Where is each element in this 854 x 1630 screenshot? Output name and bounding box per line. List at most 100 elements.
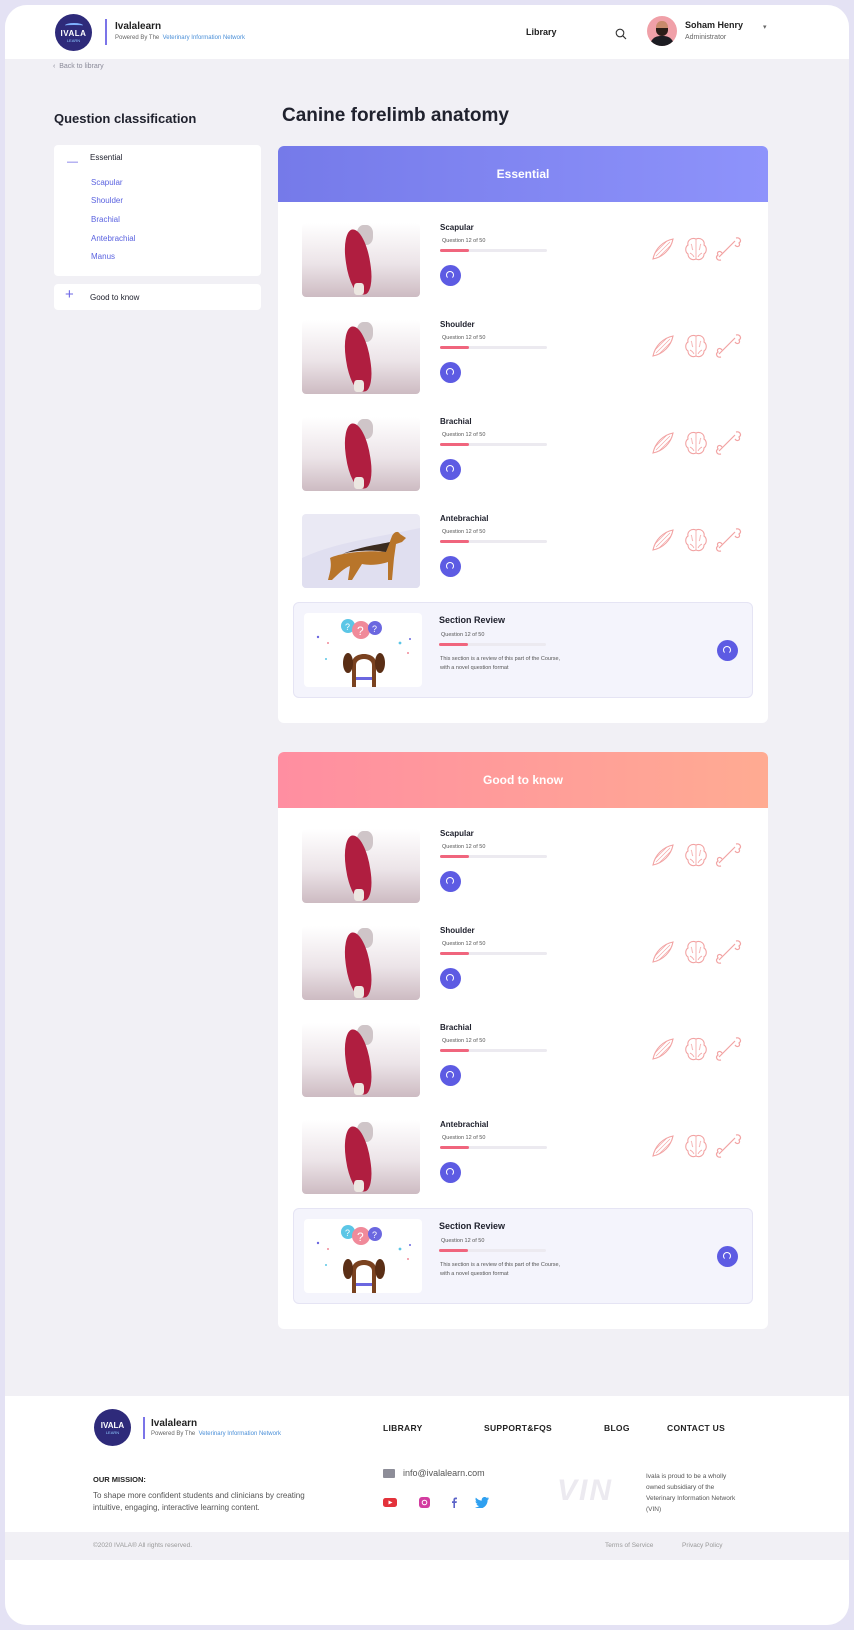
muscle-icon xyxy=(652,335,674,357)
sidebar-section-label[interactable]: Essential xyxy=(90,153,122,162)
bone-icon xyxy=(715,334,742,358)
brain-icon xyxy=(685,1134,707,1158)
course-item[interactable]: Shoulder Question 12 of 50 xyxy=(302,320,742,395)
item-title[interactable]: Antebrachial xyxy=(440,514,488,523)
vin-link[interactable]: Veterinary Information Network xyxy=(163,35,245,41)
item-title[interactable]: Shoulder xyxy=(440,320,475,329)
item-title[interactable]: Scapular xyxy=(440,223,474,232)
section-review-description: This section is a review of this part of… xyxy=(440,656,561,671)
item-progress-bar xyxy=(440,855,547,858)
top-header: IVALA LEARN Ivalalearn Powered By The Ve… xyxy=(5,5,849,59)
ivala-logo[interactable]: IVALA LEARN xyxy=(55,14,92,51)
chevron-down-icon[interactable]: ▾ xyxy=(763,23,767,31)
start-button[interactable] xyxy=(717,640,738,661)
sidebar-section-good-to-know[interactable]: + Good to know xyxy=(54,284,261,310)
privacy-link[interactable]: Privacy Policy xyxy=(682,1542,722,1549)
start-button[interactable] xyxy=(440,1162,461,1183)
section-review-thumbnail[interactable]: ? ? ? xyxy=(304,613,422,687)
page-title: Canine forelimb anatomy xyxy=(282,105,509,126)
item-title[interactable]: Brachial xyxy=(440,1023,472,1032)
item-thumbnail[interactable] xyxy=(302,1120,420,1194)
course-item[interactable]: Scapular Question 12 of 50 xyxy=(302,829,742,904)
user-name[interactable]: Soham Henry xyxy=(685,20,743,30)
brain-icon xyxy=(685,843,707,867)
start-button[interactable] xyxy=(440,556,461,577)
item-title[interactable]: Shoulder xyxy=(440,926,475,935)
sidebar-item-scapular[interactable]: Scapular xyxy=(91,178,123,187)
section-review[interactable]: ? ? ? Section Review Question 12 of 50 T… xyxy=(293,602,753,698)
copyright: ©2020 IVALA® All rights reserved. xyxy=(93,1542,193,1549)
search-icon[interactable] xyxy=(615,28,627,40)
sidebar-section-label[interactable]: Good to know xyxy=(90,293,139,302)
footer-nav-library[interactable]: LIBRARY xyxy=(383,1423,423,1433)
vin-logo[interactable]: VIN xyxy=(557,1474,613,1508)
footer-nav-blog[interactable]: BLOG xyxy=(604,1423,630,1433)
section-header: Essential xyxy=(278,146,768,202)
item-thumbnail[interactable] xyxy=(302,320,420,394)
sidebar-item-brachial[interactable]: Brachial xyxy=(91,215,120,224)
item-progress-bar xyxy=(440,443,547,446)
item-title[interactable]: Antebrachial xyxy=(440,1120,488,1129)
section-review-title[interactable]: Section Review xyxy=(439,1221,505,1231)
category-icons xyxy=(649,1132,744,1162)
section-review-title[interactable]: Section Review xyxy=(439,615,505,625)
facebook-icon[interactable] xyxy=(447,1497,461,1508)
sidebar-item-shoulder[interactable]: Shoulder xyxy=(91,196,123,205)
item-thumbnail[interactable] xyxy=(302,829,420,903)
logo-text: IVALA xyxy=(100,1420,125,1430)
logo-subtext: LEARN xyxy=(66,37,81,43)
category-icons xyxy=(649,332,744,362)
item-progress-bar xyxy=(440,346,547,349)
item-thumbnail[interactable] xyxy=(302,223,420,297)
youtube-icon[interactable] xyxy=(383,1497,397,1508)
item-title[interactable]: Brachial xyxy=(440,417,472,426)
section-review[interactable]: ? ? ? Section Review Question 12 of 50 T… xyxy=(293,1208,753,1304)
back-link-label: Back to library xyxy=(59,63,104,70)
course-item[interactable]: Antebrachial Question 12 of 50 xyxy=(302,1120,742,1195)
sidebar-item-antebrachial[interactable]: Antebrachial xyxy=(91,234,135,243)
start-button[interactable] xyxy=(440,968,461,989)
nav-library[interactable]: Library xyxy=(526,27,557,37)
course-item[interactable]: Brachial Question 12 of 50 xyxy=(302,1023,742,1098)
section-review-description: This section is a review of this part of… xyxy=(440,1262,561,1277)
course-item[interactable]: Scapular Question 12 of 50 xyxy=(302,223,742,298)
item-thumbnail[interactable] xyxy=(302,417,420,491)
footer-nav-contact[interactable]: CONTACT US xyxy=(667,1423,725,1433)
start-button[interactable] xyxy=(440,1065,461,1086)
contact-email[interactable]: info@ivalalearn.com xyxy=(403,1468,485,1478)
item-thumbnail[interactable] xyxy=(302,1023,420,1097)
section-review-thumbnail[interactable]: ? ? ? xyxy=(304,1219,422,1293)
start-button[interactable] xyxy=(440,362,461,383)
section-card-essential: Essential Scapular Question 12 of 50 Sho… xyxy=(278,146,768,723)
item-title[interactable]: Scapular xyxy=(440,829,474,838)
vin-subsidiary-text: Ivala is proud to be a wholly owned subs… xyxy=(646,1473,736,1513)
item-progress-bar xyxy=(440,249,547,252)
back-link[interactable]: ‹ Back to library xyxy=(53,63,104,70)
bone-icon xyxy=(715,843,742,867)
course-item[interactable]: Shoulder Question 12 of 50 xyxy=(302,926,742,1001)
vin-link[interactable]: Veterinary Information Network xyxy=(199,1431,281,1437)
item-thumbnail[interactable] xyxy=(302,514,420,588)
instagram-icon[interactable] xyxy=(417,1497,431,1508)
footer-brand-name: Ivalalearn xyxy=(151,1418,198,1429)
start-button[interactable] xyxy=(717,1246,738,1267)
avatar[interactable] xyxy=(647,16,677,46)
footer-logo[interactable]: IVALA LEARN xyxy=(94,1409,131,1446)
course-item[interactable]: Brachial Question 12 of 50 xyxy=(302,417,742,492)
footer-bottom-bar: ©2020 IVALA® All rights reserved. Terms … xyxy=(5,1532,849,1560)
powered-by-text: Powered By The xyxy=(151,1431,196,1437)
start-button[interactable] xyxy=(440,871,461,892)
item-progress-bar xyxy=(440,952,547,955)
expand-icon[interactable]: + xyxy=(65,286,74,303)
brain-icon xyxy=(685,1037,707,1061)
sidebar-item-manus[interactable]: Manus xyxy=(91,252,115,261)
course-item[interactable]: Antebrachial Question 12 of 50 xyxy=(302,514,742,589)
section-review-count: Question 12 of 50 xyxy=(441,1238,485,1244)
collapse-icon[interactable]: — xyxy=(67,156,78,168)
twitter-icon[interactable] xyxy=(475,1497,489,1508)
terms-link[interactable]: Terms of Service xyxy=(605,1542,653,1549)
start-button[interactable] xyxy=(440,265,461,286)
footer-nav-support[interactable]: SUPPORT&FQS xyxy=(484,1423,552,1433)
start-button[interactable] xyxy=(440,459,461,480)
item-thumbnail[interactable] xyxy=(302,926,420,1000)
